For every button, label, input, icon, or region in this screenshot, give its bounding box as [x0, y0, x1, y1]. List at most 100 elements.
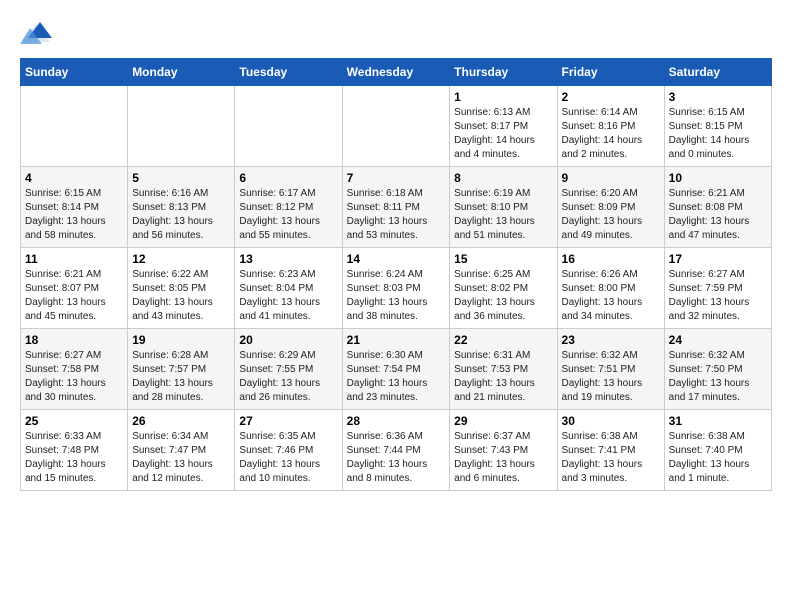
day-info: Sunrise: 6:17 AM Sunset: 8:12 PM Dayligh… [239, 187, 337, 243]
day-info: Sunrise: 6:32 AM Sunset: 7:51 PM Dayligh… [562, 349, 660, 405]
day-number: 19 [132, 333, 230, 347]
day-info: Sunrise: 6:18 AM Sunset: 8:11 PM Dayligh… [347, 187, 446, 243]
calendar-cell: 18 Sunrise: 6:27 AM Sunset: 7:58 PM Dayli… [21, 329, 128, 410]
day-info: Sunrise: 6:27 AM Sunset: 7:58 PM Dayligh… [25, 349, 123, 405]
day-number: 15 [454, 252, 552, 266]
calendar-cell [128, 86, 235, 167]
day-info: Sunrise: 6:16 AM Sunset: 8:13 PM Dayligh… [132, 187, 230, 243]
calendar-cell: 23 Sunrise: 6:32 AM Sunset: 7:51 PM Dayli… [557, 329, 664, 410]
calendar-cell: 11 Sunrise: 6:21 AM Sunset: 8:07 PM Dayli… [21, 248, 128, 329]
weekday-header-tuesday: Tuesday [235, 59, 342, 86]
day-info: Sunrise: 6:32 AM Sunset: 7:50 PM Dayligh… [669, 349, 767, 405]
day-info: Sunrise: 6:38 AM Sunset: 7:41 PM Dayligh… [562, 430, 660, 486]
calendar-cell [342, 86, 450, 167]
day-info: Sunrise: 6:26 AM Sunset: 8:00 PM Dayligh… [562, 268, 660, 324]
calendar-cell: 6 Sunrise: 6:17 AM Sunset: 8:12 PM Daylig… [235, 167, 342, 248]
page-header [20, 20, 772, 48]
calendar-cell: 25Sunrise: 6:33 AM Sunset: 7:48 PM Dayli… [21, 410, 128, 491]
calendar-week-row: 11 Sunrise: 6:21 AM Sunset: 8:07 PM Dayli… [21, 248, 772, 329]
day-number: 16 [562, 252, 660, 266]
weekday-header-sunday: Sunday [21, 59, 128, 86]
day-number: 10 [669, 171, 767, 185]
logo-icon [20, 20, 52, 48]
day-number: 8 [454, 171, 552, 185]
calendar-table: SundayMondayTuesdayWednesdayThursdayFrid… [20, 58, 772, 491]
calendar-cell: 5 Sunrise: 6:16 AM Sunset: 8:13 PM Daylig… [128, 167, 235, 248]
day-info: Sunrise: 6:37 AM Sunset: 7:43 PM Dayligh… [454, 430, 552, 486]
day-number: 13 [239, 252, 337, 266]
day-info: Sunrise: 6:33 AM Sunset: 7:48 PM Dayligh… [25, 430, 123, 486]
day-number: 27 [239, 414, 337, 428]
day-info: Sunrise: 6:19 AM Sunset: 8:10 PM Dayligh… [454, 187, 552, 243]
calendar-cell: 28Sunrise: 6:36 AM Sunset: 7:44 PM Dayli… [342, 410, 450, 491]
weekday-header-thursday: Thursday [450, 59, 557, 86]
day-info: Sunrise: 6:34 AM Sunset: 7:47 PM Dayligh… [132, 430, 230, 486]
calendar-cell: 27 Sunrise: 6:35 AM Sunset: 7:46 PM Dayli… [235, 410, 342, 491]
calendar-cell: 24 Sunrise: 6:32 AM Sunset: 7:50 PM Dayli… [664, 329, 771, 410]
day-info: Sunrise: 6:15 AM Sunset: 8:15 PM Dayligh… [669, 106, 767, 162]
day-number: 3 [669, 90, 767, 104]
day-number: 29 [454, 414, 552, 428]
calendar-cell: 31 Sunrise: 6:38 AM Sunset: 7:40 PM Dayli… [664, 410, 771, 491]
day-info: Sunrise: 6:35 AM Sunset: 7:46 PM Dayligh… [239, 430, 337, 486]
calendar-cell: 10 Sunrise: 6:21 AM Sunset: 8:08 PM Dayli… [664, 167, 771, 248]
day-number: 11 [25, 252, 123, 266]
calendar-cell: 2Sunrise: 6:14 AM Sunset: 8:16 PM Daylig… [557, 86, 664, 167]
day-number: 24 [669, 333, 767, 347]
day-number: 21 [347, 333, 446, 347]
calendar-cell: 19 Sunrise: 6:28 AM Sunset: 7:57 PM Dayli… [128, 329, 235, 410]
calendar-cell: 29 Sunrise: 6:37 AM Sunset: 7:43 PM Dayli… [450, 410, 557, 491]
calendar-cell [235, 86, 342, 167]
calendar-week-row: 4Sunrise: 6:15 AM Sunset: 8:14 PM Daylig… [21, 167, 772, 248]
day-info: Sunrise: 6:24 AM Sunset: 8:03 PM Dayligh… [347, 268, 446, 324]
day-info: Sunrise: 6:27 AM Sunset: 7:59 PM Dayligh… [669, 268, 767, 324]
day-number: 20 [239, 333, 337, 347]
calendar-cell: 12 Sunrise: 6:22 AM Sunset: 8:05 PM Dayli… [128, 248, 235, 329]
day-number: 1 [454, 90, 552, 104]
calendar-cell: 26 Sunrise: 6:34 AM Sunset: 7:47 PM Dayli… [128, 410, 235, 491]
weekday-header-saturday: Saturday [664, 59, 771, 86]
calendar-cell: 1 Sunrise: 6:13 AM Sunset: 8:17 PM Daylig… [450, 86, 557, 167]
logo [20, 20, 54, 48]
day-number: 12 [132, 252, 230, 266]
calendar-header-row: SundayMondayTuesdayWednesdayThursdayFrid… [21, 59, 772, 86]
day-info: Sunrise: 6:28 AM Sunset: 7:57 PM Dayligh… [132, 349, 230, 405]
weekday-header-monday: Monday [128, 59, 235, 86]
day-number: 17 [669, 252, 767, 266]
calendar-cell: 17 Sunrise: 6:27 AM Sunset: 7:59 PM Dayli… [664, 248, 771, 329]
day-number: 26 [132, 414, 230, 428]
day-number: 14 [347, 252, 446, 266]
calendar-cell: 8 Sunrise: 6:19 AM Sunset: 8:10 PM Daylig… [450, 167, 557, 248]
day-info: Sunrise: 6:22 AM Sunset: 8:05 PM Dayligh… [132, 268, 230, 324]
day-number: 4 [25, 171, 123, 185]
day-number: 23 [562, 333, 660, 347]
day-number: 9 [562, 171, 660, 185]
calendar-cell: 4Sunrise: 6:15 AM Sunset: 8:14 PM Daylig… [21, 167, 128, 248]
day-info: Sunrise: 6:31 AM Sunset: 7:53 PM Dayligh… [454, 349, 552, 405]
day-number: 31 [669, 414, 767, 428]
day-info: Sunrise: 6:30 AM Sunset: 7:54 PM Dayligh… [347, 349, 446, 405]
day-number: 22 [454, 333, 552, 347]
day-number: 6 [239, 171, 337, 185]
weekday-header-wednesday: Wednesday [342, 59, 450, 86]
calendar-week-row: 18 Sunrise: 6:27 AM Sunset: 7:58 PM Dayli… [21, 329, 772, 410]
calendar-cell [21, 86, 128, 167]
day-info: Sunrise: 6:29 AM Sunset: 7:55 PM Dayligh… [239, 349, 337, 405]
day-info: Sunrise: 6:21 AM Sunset: 8:08 PM Dayligh… [669, 187, 767, 243]
day-info: Sunrise: 6:38 AM Sunset: 7:40 PM Dayligh… [669, 430, 767, 486]
day-number: 18 [25, 333, 123, 347]
day-number: 7 [347, 171, 446, 185]
calendar-cell: 13 Sunrise: 6:23 AM Sunset: 8:04 PM Dayli… [235, 248, 342, 329]
day-info: Sunrise: 6:21 AM Sunset: 8:07 PM Dayligh… [25, 268, 123, 324]
day-info: Sunrise: 6:20 AM Sunset: 8:09 PM Dayligh… [562, 187, 660, 243]
calendar-cell: 15 Sunrise: 6:25 AM Sunset: 8:02 PM Dayli… [450, 248, 557, 329]
calendar-cell: 14 Sunrise: 6:24 AM Sunset: 8:03 PM Dayli… [342, 248, 450, 329]
day-info: Sunrise: 6:13 AM Sunset: 8:17 PM Dayligh… [454, 106, 552, 162]
calendar-cell: 20 Sunrise: 6:29 AM Sunset: 7:55 PM Dayli… [235, 329, 342, 410]
day-info: Sunrise: 6:23 AM Sunset: 8:04 PM Dayligh… [239, 268, 337, 324]
day-number: 30 [562, 414, 660, 428]
calendar-week-row: 25Sunrise: 6:33 AM Sunset: 7:48 PM Dayli… [21, 410, 772, 491]
day-number: 5 [132, 171, 230, 185]
calendar-cell: 22 Sunrise: 6:31 AM Sunset: 7:53 PM Dayli… [450, 329, 557, 410]
day-info: Sunrise: 6:25 AM Sunset: 8:02 PM Dayligh… [454, 268, 552, 324]
